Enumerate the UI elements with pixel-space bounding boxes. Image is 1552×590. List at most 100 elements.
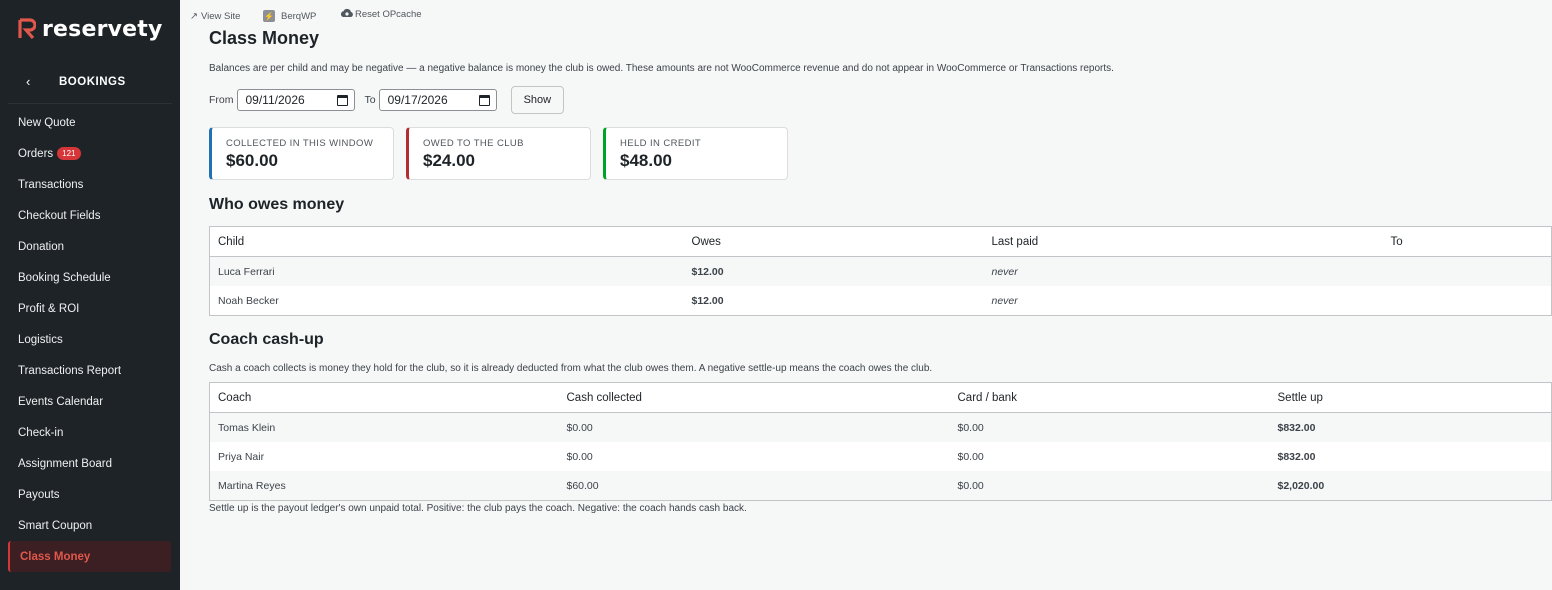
credit-value: $48.00	[620, 151, 672, 170]
brand-logo[interactable]: reservety	[18, 14, 163, 44]
sidebar-item-donation[interactable]: Donation	[0, 231, 180, 262]
sidebar-item-transactions[interactable]: Transactions	[0, 169, 180, 200]
credit-card: HELD IN CREDIT $48.00	[603, 127, 788, 180]
cash-collected: $0.00	[558, 412, 950, 442]
to-date-value: 09/17/2026	[387, 93, 448, 107]
sidebar-item-checkout-fields[interactable]: Checkout Fields	[0, 200, 180, 231]
reset-opcache-link[interactable]: Reset OPcache	[340, 8, 422, 20]
view-site-label: View Site	[200, 11, 241, 22]
column-header-card-bank: Card / bank	[949, 382, 1270, 413]
sidebar-item-label: Smart Coupon	[18, 519, 93, 532]
sidebar-item-orders[interactable]: Orders 121	[0, 138, 180, 169]
sidebar-item-check-in[interactable]: Check-in	[0, 417, 180, 448]
column-header-cash-collected: Cash collected	[558, 382, 950, 413]
card-bank: $0.00	[957, 450, 984, 463]
sidebar-item-label: Checkout Fields	[18, 209, 101, 222]
chevron-left-icon[interactable]: ‹	[26, 74, 30, 89]
cash-collected: $0.00	[566, 450, 593, 463]
show-button[interactable]: Show	[510, 86, 565, 114]
owed-label: OWED TO THE CLUB	[423, 138, 524, 149]
sidebar-item-payouts[interactable]: Payouts	[0, 479, 180, 510]
sidebar-item-class-money[interactable]: Class Money	[8, 541, 171, 572]
settle-up-footnote: Settle up is the payout ledger's own unp…	[209, 503, 747, 514]
date-filter: From 09/11/2026 To 09/17/2026 Show	[209, 86, 565, 114]
sidebar-item-label: Transactions Report	[18, 364, 122, 377]
sidebar-item-events-calendar[interactable]: Events Calendar	[0, 386, 180, 417]
summary-cards: COLLECTED IN THIS WINDOW $60.00 OWED TO …	[209, 127, 788, 180]
column-header-child: Child	[209, 226, 684, 257]
admin-sidebar: reservety ‹ BOOKINGS New Quote Orders 121…	[0, 0, 180, 590]
sidebar-item-profit-roi[interactable]: Profit & ROI	[0, 293, 180, 324]
logo-icon	[18, 18, 36, 40]
orders-count-badge: 121	[57, 147, 81, 160]
from-label: From	[209, 94, 234, 106]
to-date-input[interactable]: 09/17/2026	[378, 89, 497, 111]
sidebar-item-label: New Quote	[18, 116, 76, 129]
settle-up: $832.00	[1269, 412, 1552, 442]
who-owes-heading: Who owes money	[209, 196, 345, 213]
sidebar-item-label: Donation	[18, 240, 65, 253]
sidebar-item-new-quote[interactable]: New Quote	[0, 107, 180, 138]
coach-name: Tomas Klein	[209, 412, 559, 442]
cloud-refresh-icon	[340, 8, 353, 17]
sidebar-section-title: BOOKINGS	[59, 76, 126, 88]
column-header-settle-up: Settle up	[1269, 382, 1552, 413]
sidebar-item-label: Orders	[18, 147, 54, 160]
sidebar-section-header: ‹ BOOKINGS	[0, 68, 180, 98]
to-cell	[1382, 256, 1552, 286]
owed-card: OWED TO THE CLUB $24.00	[406, 127, 591, 180]
child-name-link[interactable]: Noah Becker	[210, 286, 684, 316]
table-row: Martina Reyes $60.00 $0.00 $2,020.00	[209, 471, 1552, 501]
child-name-link[interactable]: Luca Ferrari	[209, 256, 684, 286]
balances-note: Balances are per child and may be negati…	[209, 63, 1114, 74]
sidebar-item-smart-coupon[interactable]: Smart Coupon	[0, 510, 180, 541]
who-owes-table: Child Owes Last paid To Luca Ferrari $12…	[209, 226, 1552, 316]
column-header-owes: Owes	[683, 226, 984, 257]
to-label: To	[364, 94, 376, 106]
settle-up: $2,020.00	[1269, 471, 1552, 501]
calendar-icon[interactable]	[336, 94, 348, 106]
sidebar-item-label: Booking Schedule	[18, 271, 111, 284]
sidebar-item-label: Payouts	[18, 488, 60, 501]
collected-label: COLLECTED IN THIS WINDOW	[226, 138, 374, 149]
sidebar-item-label: Events Calendar	[18, 395, 104, 408]
from-date-value: 09/11/2026	[245, 93, 305, 107]
calendar-icon[interactable]	[478, 94, 490, 106]
external-link-icon: ↗	[190, 11, 198, 22]
table-header-row: Child Owes Last paid To	[209, 226, 1552, 257]
collected-value: $60.00	[226, 151, 278, 170]
sidebar-item-label: Profit & ROI	[18, 302, 80, 315]
table-row: Priya Nair $0.00 $0.00 $832.00	[210, 442, 1552, 471]
coach-cashup-note: Cash a coach collects is money they hold…	[209, 363, 933, 374]
cash-collected: $60.00	[558, 471, 950, 501]
owed-value: $24.00	[423, 151, 475, 170]
table-row: Luca Ferrari $12.00 never	[209, 256, 1552, 286]
owes-amount: $12.00	[691, 294, 724, 307]
sidebar-item-booking-schedule[interactable]: Booking Schedule	[0, 262, 180, 293]
coach-cashup-heading: Coach cash-up	[209, 331, 324, 348]
page-title: Class Money	[209, 28, 320, 48]
credit-label: HELD IN CREDIT	[620, 138, 702, 149]
sidebar-item-label: Check-in	[18, 426, 64, 439]
sidebar-item-logistics[interactable]: Logistics	[0, 324, 180, 355]
coach-name: Priya Nair	[218, 450, 265, 463]
sidebar-item-assignment-board[interactable]: Assignment Board	[0, 448, 180, 479]
from-date-input[interactable]: 09/11/2026	[236, 89, 355, 111]
admin-top-bar: ↗ View Site ⚡ BerqWP Reset OPcache	[180, 0, 1552, 30]
column-header-to: To	[1382, 226, 1552, 257]
sidebar-item-label: Assignment Board	[18, 457, 112, 470]
column-header-coach: Coach	[209, 382, 559, 413]
view-site-link[interactable]: ↗ View Site	[190, 11, 240, 22]
berqwp-icon: ⚡	[263, 10, 275, 22]
card-bank: $0.00	[949, 471, 1270, 501]
berqwp-link[interactable]: ⚡ BerqWP	[263, 10, 316, 22]
brand-name: reservety	[42, 16, 163, 42]
settle-up: $832.00	[1277, 450, 1316, 463]
sidebar-divider	[8, 103, 172, 104]
sidebar-item-label: Class Money	[20, 550, 91, 563]
sidebar-item-transactions-report[interactable]: Transactions Report	[0, 355, 180, 386]
table-header-row: Coach Cash collected Card / bank Settle …	[209, 382, 1552, 413]
last-paid: never	[991, 294, 1018, 307]
owes-amount: $12.00	[683, 256, 984, 286]
collected-card: COLLECTED IN THIS WINDOW $60.00	[209, 127, 394, 180]
